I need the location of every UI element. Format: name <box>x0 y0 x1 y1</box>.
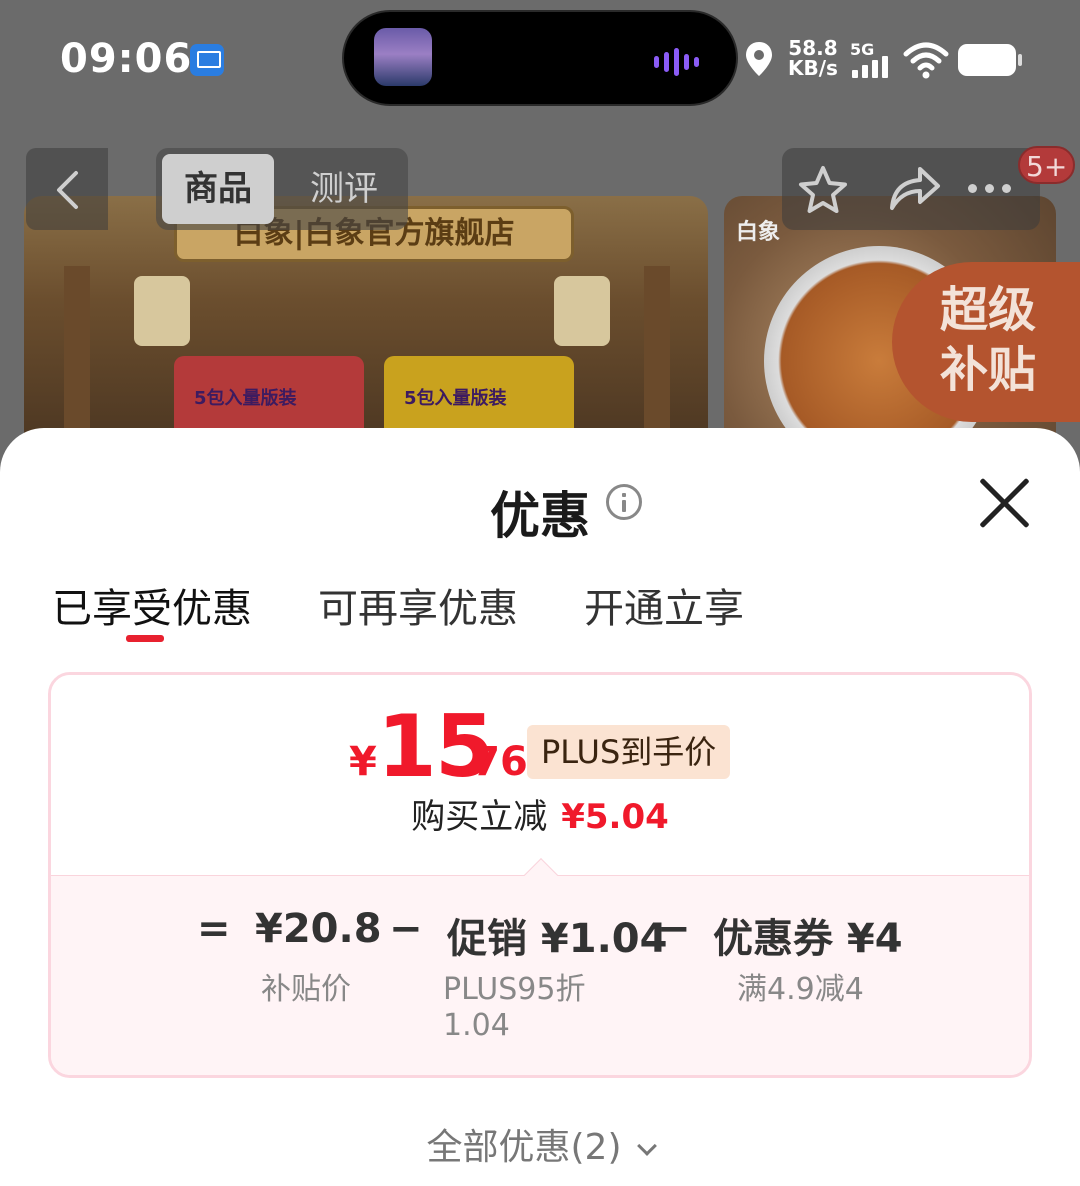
location-icon <box>746 42 772 76</box>
more-options-icon[interactable] <box>968 178 1019 197</box>
promotion-label-line-2: 1.04 <box>443 1008 510 1043</box>
info-icon[interactable] <box>606 484 642 520</box>
network-speed-unit: KB/s <box>788 56 838 80</box>
formula-minus: − <box>657 906 691 952</box>
audio-wave-icon <box>654 48 704 76</box>
chevron-down-icon <box>636 1136 657 1156</box>
promotion-value: 促销 ¥1.04 <box>447 916 668 962</box>
coupon-value: 优惠券 ¥4 <box>713 916 903 962</box>
price-formula-section: = ¥20.8 补贴价 − 促销 ¥1.04 PLUS95折 1.04 − 优惠… <box>51 875 1029 1075</box>
share-icon[interactable] <box>886 164 942 214</box>
subsidy-price-label: 补贴价 <box>261 972 351 1007</box>
tab-product[interactable]: 商品 <box>162 154 274 224</box>
screen: 白象|白象官方旗舰店 5包入量版装 5包入量版装 白象 超级 补贴 09:06 … <box>0 0 1080 1186</box>
formula-equals: = <box>197 906 231 952</box>
price-breakdown-card: ¥ 15 .76 PLUS到手价 购买立减 ¥5.04 = ¥20.8 补贴价 −… <box>48 672 1032 1078</box>
all-offers-label: 全部优惠(2) <box>426 1127 622 1168</box>
discount-bottom-sheet: 优惠 已享受优惠 可再享优惠 开通立享 ¥ 15 .76 PLUS到手价 购买立… <box>0 428 1080 1186</box>
pack-label: 5包入量版装 <box>404 388 507 409</box>
price-currency: ¥ <box>349 739 377 785</box>
dynamic-island[interactable] <box>342 10 738 106</box>
reduction-label: 购买立减 <box>411 797 548 837</box>
wifi-icon <box>903 42 949 79</box>
tab-activate-now[interactable]: 开通立享 <box>584 576 744 634</box>
sheet-title-text: 优惠 <box>490 487 590 545</box>
promotion-label-line-1: PLUS95折 <box>443 972 586 1007</box>
instant-reduction: 购买立减 ¥5.04 <box>51 789 1029 838</box>
decor-lantern <box>134 276 190 346</box>
coupon-label: 满4.9减4 <box>737 972 864 1007</box>
screen-record-icon <box>190 44 224 76</box>
final-price-section: ¥ 15 .76 PLUS到手价 购买立减 ¥5.04 <box>51 675 1029 875</box>
brand-logo-text: 白象 <box>736 220 781 245</box>
message-count-badge: 5+ <box>1018 146 1076 184</box>
tab-more-discounts[interactable]: 可再享优惠 <box>318 576 518 634</box>
formula-minus: − <box>389 906 423 952</box>
network-speed: 58.8 KB/s <box>788 38 838 78</box>
decor-lantern <box>554 276 610 346</box>
favorite-star-icon[interactable] <box>796 164 850 216</box>
close-button[interactable] <box>974 472 1036 534</box>
signal-strength-icon <box>852 56 892 78</box>
reduction-amount: ¥5.04 <box>561 797 669 837</box>
all-offers-toggle[interactable]: 全部优惠(2) <box>0 1118 1080 1170</box>
product-nav-tabs: 商品 测评 <box>156 148 408 230</box>
subsidy-price-value: ¥20.8 <box>255 906 382 952</box>
active-tab-indicator <box>126 635 164 642</box>
plus-price-tag: PLUS到手价 <box>527 725 731 779</box>
status-bar: 09:06 58.8 KB/s 5G <box>0 0 1080 110</box>
status-time: 09:06 <box>60 36 193 82</box>
super-subsidy-line-2: 补贴 <box>940 342 1037 398</box>
sheet-title: 优惠 <box>0 476 1080 548</box>
battery-icon <box>958 44 1022 76</box>
super-subsidy-line-1: 超级 <box>940 282 1037 338</box>
chevron-left-icon <box>57 171 78 209</box>
promotion-label: PLUS95折 1.04 <box>443 972 586 1044</box>
price-decimal: .76 <box>457 739 528 785</box>
tab-review[interactable]: 测评 <box>288 154 400 224</box>
product-banner-main[interactable]: 白象|白象官方旗舰店 5包入量版装 5包入量版装 <box>24 196 708 456</box>
media-thumbnail-icon <box>374 28 432 86</box>
network-speed-value: 58.8 <box>788 36 838 60</box>
back-button[interactable] <box>26 148 108 230</box>
super-subsidy-badge: 超级 补贴 <box>892 262 1080 422</box>
tab-enjoyed-discounts[interactable]: 已享受优惠 <box>52 576 252 634</box>
pack-label: 5包入量版装 <box>194 388 297 409</box>
